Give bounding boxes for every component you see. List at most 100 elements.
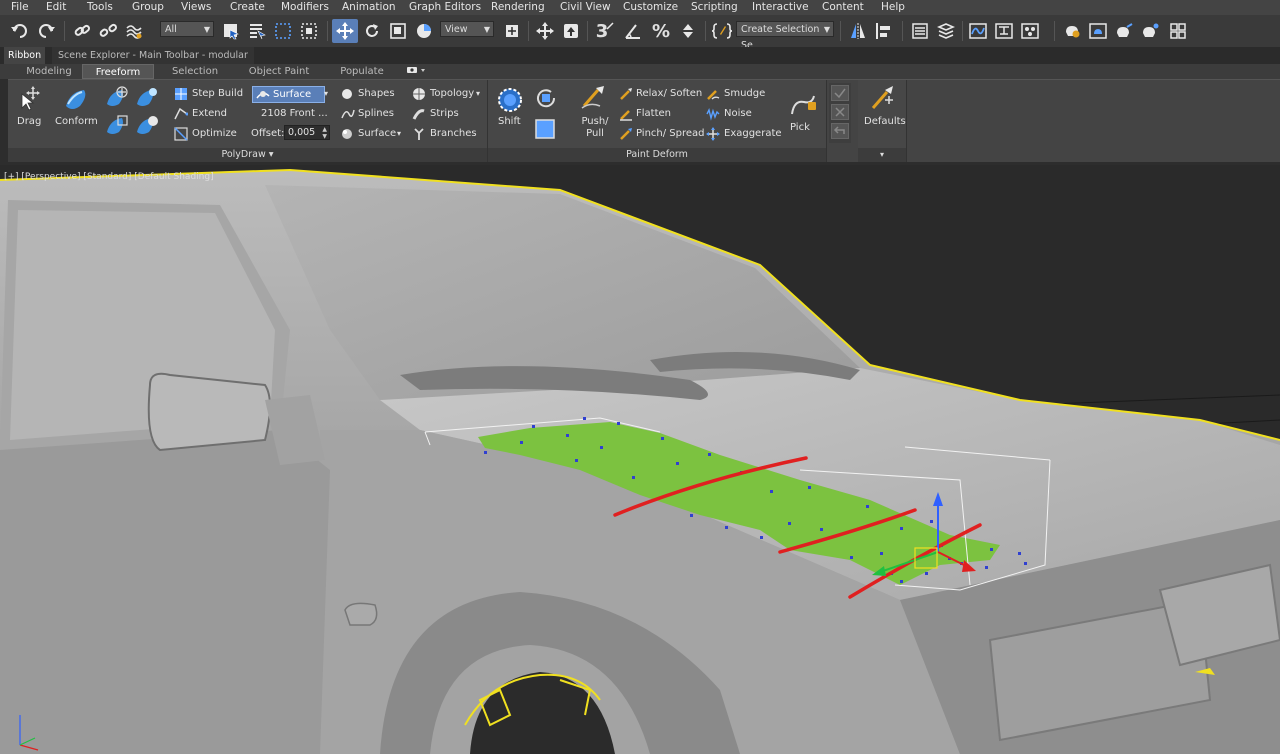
surface-button-arrow[interactable]: ▾	[397, 128, 401, 140]
render-shortcuts-icon[interactable]	[1166, 19, 1190, 43]
render-iterative-icon[interactable]	[1138, 19, 1162, 43]
rendered-frame-window-icon[interactable]	[1086, 19, 1110, 43]
named-selection-sets-select[interactable]: Create Selection Se ▼	[736, 21, 834, 51]
selection-filter-select[interactable]: All ▼	[160, 21, 214, 37]
polydraw-panel-footer[interactable]: PolyDraw ▾	[8, 148, 487, 162]
menu-edit[interactable]: Edit	[46, 0, 66, 15]
undo-icon[interactable]	[8, 19, 32, 43]
menu-views[interactable]: Views	[181, 0, 211, 15]
conform-move-icon[interactable]	[104, 86, 130, 113]
shapes-button[interactable]: Shapes	[358, 88, 395, 100]
percent-snap-icon[interactable]: %	[648, 19, 674, 43]
pinch-spread-button[interactable]: Pinch/ Spread	[636, 128, 705, 140]
angle-snap-icon[interactable]	[620, 19, 646, 43]
noise-button[interactable]: Noise	[724, 108, 752, 120]
push-pull-button[interactable]: Push/Pull	[581, 116, 609, 140]
conform-scale-icon[interactable]	[134, 114, 160, 141]
conform-rotate-icon[interactable]	[104, 114, 130, 141]
menu-tools[interactable]: Tools	[87, 0, 113, 15]
tab-populate[interactable]: Populate	[330, 64, 394, 79]
draw-on-target-object[interactable]: 2108 Front ...	[261, 108, 328, 120]
menu-customize[interactable]: Customize	[623, 0, 678, 15]
shift-icon[interactable]	[496, 86, 524, 117]
push-pull-icon[interactable]	[580, 84, 608, 113]
flatten-button[interactable]: Flatten	[636, 108, 671, 120]
menu-civil-view[interactable]: Civil View	[560, 0, 611, 15]
commit-icon[interactable]	[831, 85, 849, 101]
defaults-icon[interactable]	[869, 84, 897, 115]
smudge-button[interactable]: Smudge	[724, 88, 765, 100]
use-pivot-point-icon[interactable]	[500, 19, 524, 43]
revert-icon[interactable]	[831, 123, 849, 139]
render-production-icon[interactable]	[1112, 19, 1136, 43]
material-editor-icon[interactable]	[1018, 19, 1042, 43]
conform-icon[interactable]	[62, 86, 92, 117]
reference-coordinate-select[interactable]: View ▼	[440, 21, 494, 37]
branches-button[interactable]: Branches	[430, 128, 477, 140]
conform-button[interactable]: Conform	[55, 116, 98, 128]
topology-button[interactable]: Topology	[430, 88, 474, 100]
curve-editor-icon[interactable]	[966, 19, 990, 43]
splines-button[interactable]: Splines	[358, 108, 394, 120]
relax-soften-button[interactable]: Relax/ Soften	[636, 88, 702, 100]
tab-object-paint[interactable]: Object Paint	[240, 64, 318, 79]
strips-button[interactable]: Strips	[430, 108, 459, 120]
layer-explorer-icon[interactable]	[934, 19, 958, 43]
conform-brush-icon[interactable]	[134, 86, 160, 113]
drag-icon[interactable]	[16, 86, 42, 115]
tab-freeform[interactable]: Freeform	[82, 64, 154, 79]
menu-help[interactable]: Help	[881, 0, 905, 15]
link-icon[interactable]	[70, 19, 94, 43]
snaps-toggle-icon[interactable]: 3	[592, 19, 618, 43]
menu-scripting[interactable]: Scripting	[691, 0, 738, 15]
redo-icon[interactable]	[34, 19, 58, 43]
tab-selection[interactable]: Selection	[160, 64, 230, 79]
menu-animation[interactable]: Animation	[342, 0, 396, 15]
scene-explorer-icon[interactable]	[908, 19, 932, 43]
perspective-viewport[interactable]: [+] [Perspective] [Standard] [Default Sh…	[0, 165, 1280, 754]
defaults-panel-footer[interactable]: ▾	[858, 148, 906, 162]
window-crossing-icon[interactable]	[297, 19, 321, 43]
schematic-view-icon[interactable]	[992, 19, 1016, 43]
ribbon-tab[interactable]: Ribbon	[4, 47, 46, 64]
unlink-icon[interactable]	[96, 19, 120, 43]
extend-button[interactable]: Extend	[192, 108, 227, 120]
menu-modifiers[interactable]: Modifiers	[281, 0, 329, 15]
render-setup-icon[interactable]	[1060, 19, 1084, 43]
draw-on-surface-select[interactable]: Surface	[252, 86, 325, 103]
optimize-button[interactable]: Optimize	[192, 128, 237, 140]
step-build-button[interactable]: Step Build	[192, 88, 243, 100]
shift-button[interactable]: Shift	[498, 116, 521, 128]
paint-deform-panel-footer[interactable]: Paint Deform	[488, 148, 826, 162]
menu-interactive[interactable]: Interactive	[752, 0, 809, 15]
tab-modeling[interactable]: Modeling	[17, 64, 81, 79]
select-manipulate-icon[interactable]	[412, 19, 438, 43]
shift-scale-icon[interactable]	[534, 118, 556, 143]
cancel-icon[interactable]	[831, 104, 849, 120]
pick-icon[interactable]	[790, 92, 818, 119]
select-and-scale-icon[interactable]	[386, 19, 410, 43]
shift-rotate-icon[interactable]	[534, 86, 558, 113]
menu-create[interactable]: Create	[230, 0, 265, 15]
topology-arrow[interactable]: ▾	[476, 88, 480, 100]
mirror-icon[interactable]	[846, 19, 870, 43]
surface-button[interactable]: Surface	[358, 128, 396, 140]
exaggerate-button[interactable]: Exaggerate	[724, 128, 782, 140]
pick-button[interactable]: Pick	[790, 122, 810, 134]
edit-named-selection-icon[interactable]	[710, 19, 734, 43]
spinner-snap-icon[interactable]	[676, 19, 700, 43]
select-and-link-icon[interactable]	[533, 19, 557, 43]
rectangular-selection-icon[interactable]	[271, 19, 295, 43]
drag-button[interactable]: Drag	[17, 116, 41, 128]
menu-file[interactable]: File	[11, 0, 29, 15]
scene-explorer-tab[interactable]: Scene Explorer - Main Toolbar - modular	[52, 47, 254, 64]
select-by-name-icon[interactable]	[245, 19, 269, 43]
menu-group[interactable]: Group	[132, 0, 164, 15]
align-icon[interactable]	[872, 19, 896, 43]
select-and-move-icon[interactable]	[332, 19, 358, 43]
offset-spinner[interactable]: 0,005 ▲ ▼	[284, 125, 330, 140]
select-object-icon[interactable]	[219, 19, 243, 43]
viewport-label[interactable]: [+] [Perspective] [Standard] [Default Sh…	[4, 172, 214, 182]
keyboard-shortcut-override-icon[interactable]	[559, 19, 583, 43]
bind-space-warp-icon[interactable]	[122, 19, 146, 43]
